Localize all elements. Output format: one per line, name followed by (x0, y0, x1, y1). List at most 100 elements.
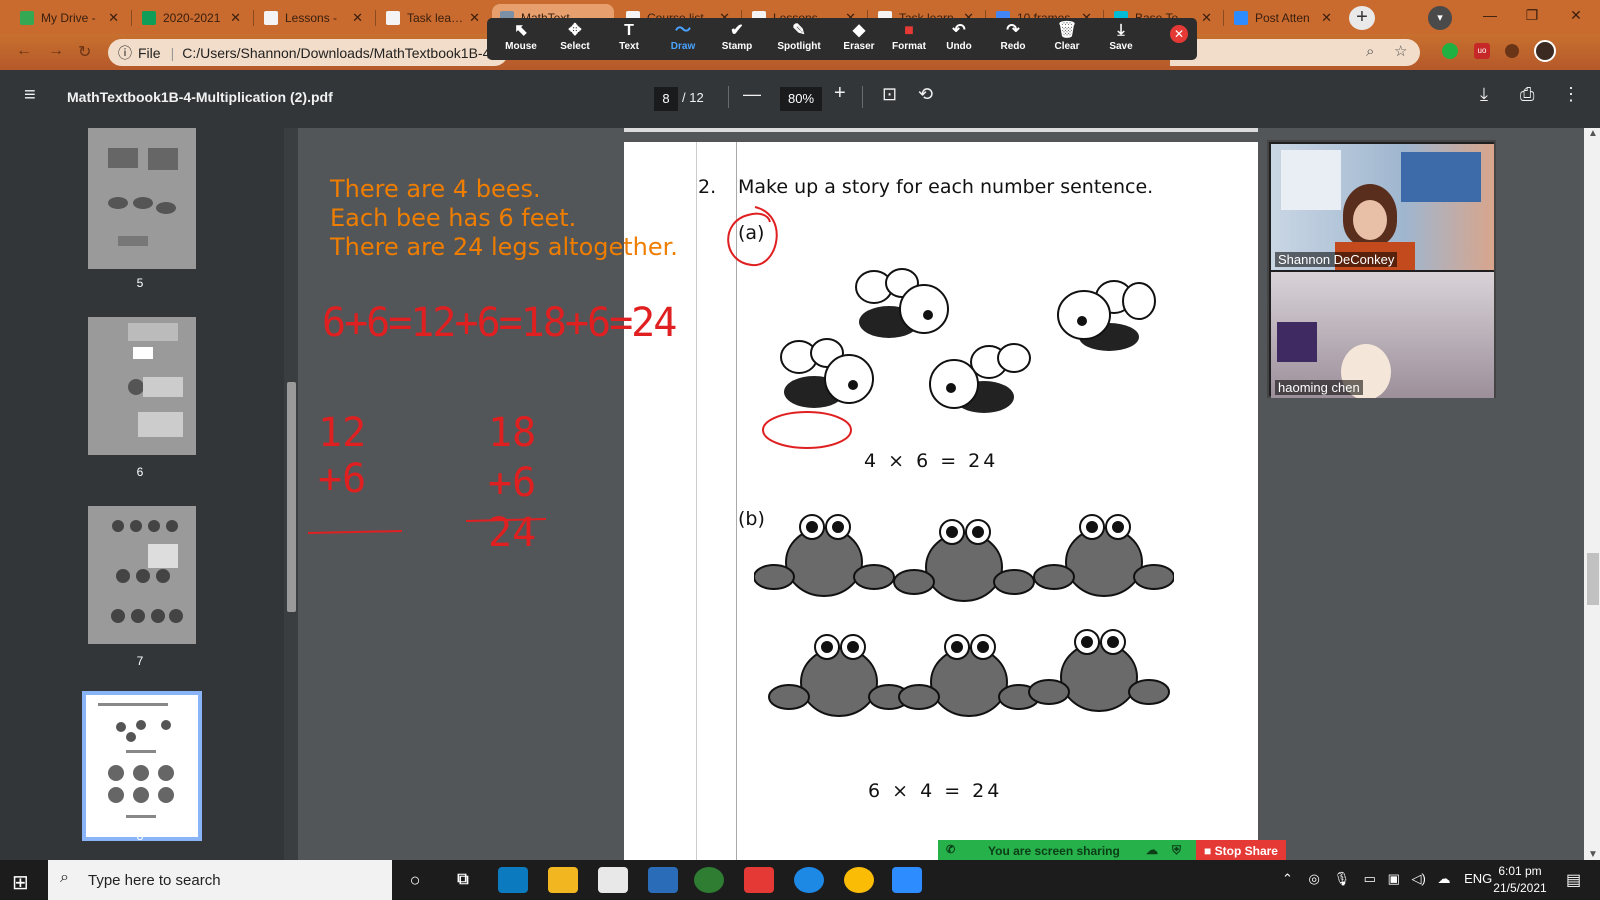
tool-stamp[interactable]: ✔ Stamp (709, 21, 765, 59)
viewer-scrollbar[interactable]: ▲ ▼ (1584, 128, 1600, 860)
close-window-icon[interactable]: ✕ (1556, 0, 1596, 30)
file-explorer-icon[interactable] (548, 867, 578, 893)
meet-icon[interactable]: ◎ (1309, 871, 1320, 886)
extension-icon[interactable] (1442, 43, 1458, 59)
zoom-app-icon[interactable] (892, 867, 922, 893)
tool-spotlight[interactable]: ✎ Spotlight (767, 21, 831, 59)
zoom-out-icon[interactable]: — (743, 84, 761, 105)
scroll-up-icon: ▲ (1588, 128, 1598, 139)
save-download-icon: ⤓ (1117, 22, 1125, 39)
viewer-scroll-thumb[interactable] (1587, 553, 1599, 605)
download-icon[interactable]: ⤓ (1480, 84, 1488, 105)
zoom-lens-icon[interactable]: ⌕ (1366, 43, 1374, 60)
thumbnail-page[interactable] (88, 506, 196, 644)
tool-redo[interactable]: ↷ Redo (985, 21, 1041, 59)
zoom-input[interactable]: 80% (780, 87, 822, 111)
app-icon[interactable] (694, 867, 724, 893)
cortana-icon[interactable]: ○ (400, 867, 430, 893)
tutor-group-icon[interactable] (744, 867, 774, 893)
notifications-icon[interactable]: ▤ (1566, 870, 1581, 890)
battery-icon[interactable]: ▭ (1364, 871, 1376, 886)
network-icon[interactable]: ▣ (1388, 871, 1400, 886)
restore-icon[interactable]: ❐ (1512, 0, 1552, 30)
checkmark-icon: ✔ (730, 22, 744, 39)
tool-save[interactable]: ⤓ Save (1093, 21, 1149, 59)
back-icon[interactable]: ← (16, 42, 32, 60)
tool-format[interactable]: ■ Format (881, 21, 937, 59)
stop-share-button[interactable]: ■ Stop Share (1196, 840, 1286, 862)
move-icon: ✥ (568, 22, 582, 39)
close-annotation-icon[interactable]: ✕ (1170, 25, 1188, 43)
close-tab-icon[interactable]: ✕ (230, 10, 241, 26)
browser-tab[interactable]: 2020-2021 ✕ (134, 4, 249, 32)
thumbnail-page[interactable] (88, 128, 196, 269)
tab-label: Task learni (407, 11, 464, 25)
profile-avatar[interactable] (1534, 40, 1556, 62)
tab-search-icon[interactable]: ▾ (1428, 6, 1452, 30)
page-margin-line (736, 142, 737, 860)
url-text: C:/Users/Shannon/Downloads/MathTextbook1… (182, 44, 491, 61)
sidebar-scroll-thumb[interactable] (287, 382, 296, 612)
new-tab-button[interactable]: + (1349, 6, 1375, 30)
video-tile[interactable]: haoming chen (1271, 272, 1494, 398)
part-a-label: (a) (738, 222, 765, 244)
volume-icon[interactable]: ◁) (1411, 871, 1425, 886)
task-view-icon[interactable]: ⧉ (448, 867, 478, 893)
browser-tab[interactable]: Post Atten ✕ (1226, 4, 1340, 32)
tool-select[interactable]: ✥ Select (547, 21, 603, 59)
page-thumbnail-drawing (108, 148, 178, 246)
mail-icon[interactable] (648, 867, 678, 893)
onedrive-icon[interactable]: ☁ (1437, 871, 1450, 886)
tool-mouse[interactable]: ⬉ Mouse (493, 21, 549, 59)
browser-tab[interactable]: Task learni ✕ (378, 4, 488, 32)
tool-text[interactable]: T Text (601, 21, 657, 59)
annotation-line: There are 4 bees. (330, 175, 541, 203)
chevron-up-icon[interactable]: ⌃ (1282, 871, 1293, 886)
phone-icon: ✆ (946, 844, 956, 856)
windows-start-icon[interactable]: ⊞ (12, 870, 29, 895)
bookmark-star-icon[interactable]: ☆ (1394, 42, 1407, 60)
address-bar-end[interactable]: ⌕ ☆ (1170, 39, 1420, 66)
info-icon[interactable]: ⓘ (118, 43, 132, 63)
close-tab-icon[interactable]: ✕ (108, 10, 119, 26)
chrome-icon[interactable] (844, 867, 874, 893)
more-options-icon[interactable]: ⋮ (1562, 84, 1580, 105)
underline-mark (307, 530, 403, 534)
page-number-input[interactable]: 8 (654, 87, 678, 111)
tool-undo[interactable]: ↶ Undo (931, 21, 987, 59)
edge-icon[interactable] (498, 867, 528, 893)
forward-icon[interactable]: → (48, 42, 64, 60)
store-icon[interactable] (598, 867, 628, 893)
close-tab-icon[interactable]: ✕ (469, 10, 480, 26)
handwritten-sum: 6+6=12+6=18+6=24 (322, 300, 677, 346)
tool-eraser[interactable]: ◆ Eraser (831, 21, 887, 59)
thumbnail-page[interactable] (88, 317, 196, 455)
clock[interactable]: 6:01 pm 21/5/2021 (1480, 863, 1560, 897)
microphone-icon[interactable]: 🎙 (1334, 871, 1351, 886)
tutor-app-icon[interactable] (794, 867, 824, 893)
bee-icon (929, 343, 1031, 413)
close-tab-icon[interactable]: ✕ (1321, 10, 1332, 26)
minimize-icon[interactable]: — (1470, 0, 1510, 30)
close-tab-icon[interactable]: ✕ (352, 10, 363, 26)
rotate-icon[interactable]: ⟲ (918, 84, 933, 105)
zoom-in-icon[interactable]: + (834, 82, 846, 105)
tool-clear[interactable]: 🗑 Clear (1039, 21, 1095, 59)
thumbnail-page-selected[interactable] (82, 691, 202, 841)
page-thumbnail-drawing (128, 323, 183, 437)
taskbar-search[interactable]: ⌕ Type here to search (48, 860, 392, 900)
reload-icon[interactable]: ↻ (78, 42, 91, 62)
video-tile[interactable]: Shannon DeConkey (1271, 144, 1494, 270)
puzzle-icon[interactable] (1505, 44, 1519, 58)
menu-icon[interactable]: ≡ (24, 84, 36, 107)
browser-tab[interactable]: Lessons - ✕ (256, 4, 371, 32)
trash-icon: 🗑 (1056, 22, 1078, 39)
fit-page-icon[interactable]: ⊡ (882, 84, 897, 105)
browser-tab[interactable]: My Drive - ✕ (12, 4, 127, 32)
tool-draw[interactable]: 〜 Draw (655, 21, 711, 59)
address-bar[interactable]: ⓘ File | C:/Users/Shannon/Downloads/Math… (108, 39, 508, 66)
close-tab-icon[interactable]: ✕ (1201, 10, 1212, 26)
ublock-icon[interactable]: uo (1474, 43, 1490, 59)
print-icon[interactable]: ⎙ (1520, 84, 1534, 105)
thumbnail-page-number: 7 (136, 654, 144, 668)
